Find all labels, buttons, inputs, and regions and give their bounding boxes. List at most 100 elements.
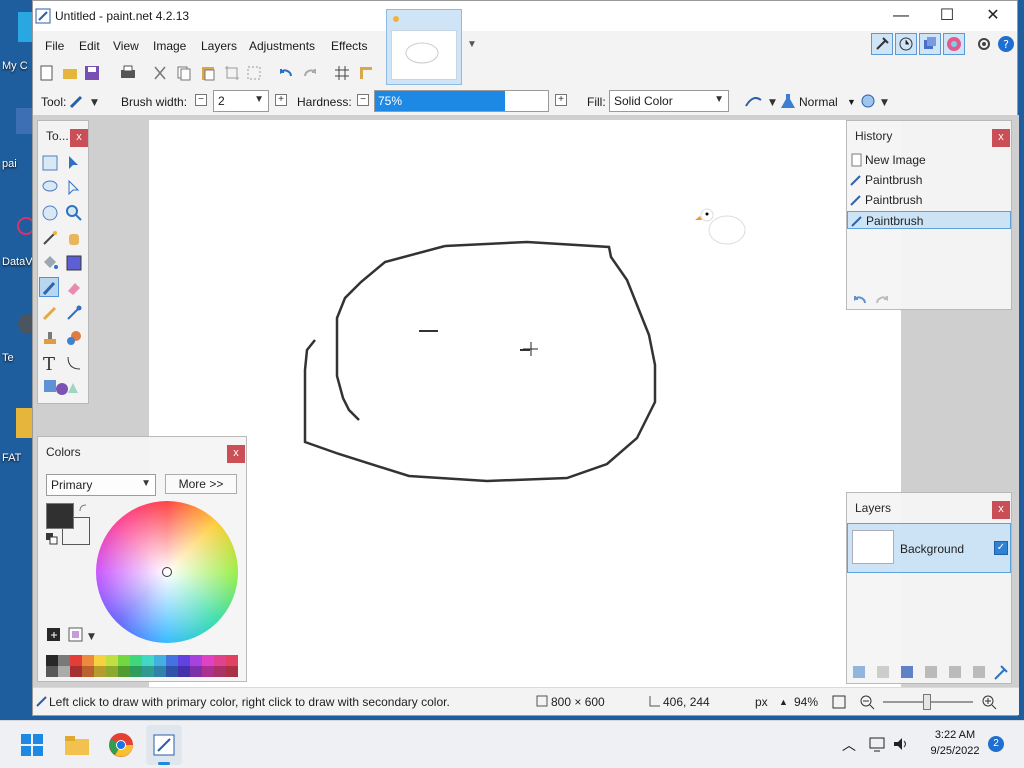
pencil-tool[interactable] (40, 303, 60, 323)
menu-file[interactable]: File (45, 39, 64, 53)
redo-icon[interactable] (301, 64, 319, 82)
recolor-tool[interactable] (64, 328, 84, 348)
volume-icon[interactable] (892, 735, 910, 753)
chevron-up-icon[interactable]: ▲ (779, 697, 788, 707)
desktop-icon-folder[interactable] (0, 402, 34, 442)
crop-icon[interactable] (223, 64, 241, 82)
add-palette-color-icon[interactable] (46, 627, 62, 643)
layer-row-background[interactable]: Background ✓ (847, 523, 1011, 573)
title-bar[interactable]: Untitled - paint.net 4.2.13 — ☐ ✕ (33, 1, 1017, 31)
color-mode-select[interactable]: Primary ▼ (46, 474, 156, 496)
copy-icon[interactable] (175, 64, 193, 82)
units-select[interactable]: px (755, 695, 768, 709)
tools-window-toggle[interactable] (871, 33, 893, 55)
canvas[interactable] (149, 120, 901, 687)
reset-colors-icon[interactable] (46, 533, 58, 545)
open-folder-icon[interactable] (61, 64, 79, 82)
history-item-new-image[interactable]: New Image (847, 151, 1011, 169)
ruler-icon[interactable] (357, 64, 375, 82)
zoom-tool[interactable] (64, 203, 84, 223)
chrome-icon[interactable] (108, 732, 134, 758)
history-item-paintbrush[interactable]: Paintbrush (847, 171, 1011, 189)
paste-icon[interactable] (199, 64, 217, 82)
desktop-icon-my-computer[interactable] (0, 8, 34, 48)
fill-select[interactable]: Solid Color ▼ (609, 90, 729, 112)
maximize-button[interactable]: ☐ (927, 5, 967, 27)
undo-icon[interactable] (851, 291, 869, 307)
color-wheel-cursor[interactable] (162, 567, 172, 577)
tools-panel-close[interactable]: x (70, 129, 88, 147)
history-item-paintbrush[interactable]: Paintbrush (847, 191, 1011, 209)
menu-layers[interactable]: Layers (201, 39, 237, 53)
text-tool[interactable]: T (40, 353, 60, 375)
hardness-increase[interactable]: + (555, 94, 567, 106)
color-picker-tool[interactable] (64, 303, 84, 323)
blend-mode[interactable]: Normal (799, 95, 838, 109)
desktop-icon-te[interactable] (0, 304, 38, 344)
clock-time[interactable]: 3:22 AM (920, 729, 990, 741)
chevron-up-icon[interactable]: ︿ (842, 735, 856, 755)
redo-icon[interactable] (873, 291, 891, 307)
colors-window-toggle[interactable] (943, 33, 965, 55)
cut-icon[interactable] (151, 64, 169, 82)
new-file-icon[interactable] (38, 64, 56, 82)
hardness-decrease[interactable]: − (357, 94, 369, 106)
menu-view[interactable]: View (113, 39, 139, 53)
zoom-in-icon[interactable] (981, 694, 997, 710)
brush-width-select[interactable]: 2 ▼ (213, 90, 269, 112)
deselect-icon[interactable] (245, 64, 263, 82)
primary-color-swatch[interactable] (46, 503, 74, 529)
zoom-fit-icon[interactable] (831, 694, 847, 710)
brush-width-increase[interactable]: + (275, 94, 287, 106)
help-icon[interactable]: ? (997, 35, 1015, 53)
selection-clipping-icon[interactable]: ▼ (859, 92, 889, 110)
windows-start-icon[interactable] (20, 733, 44, 757)
file-explorer-icon[interactable] (64, 733, 90, 757)
lasso-select-tool[interactable] (40, 178, 60, 198)
layers-panel-close[interactable]: x (992, 501, 1010, 519)
clone-stamp-tool[interactable] (40, 328, 60, 348)
print-icon[interactable] (119, 64, 137, 82)
desktop-icon-datav[interactable] (0, 206, 35, 246)
line-curve-tool[interactable] (64, 353, 84, 373)
swap-colors-icon[interactable] (78, 503, 88, 513)
menu-adjustments[interactable]: Adjustments (249, 39, 315, 53)
shapes-tool[interactable] (42, 377, 82, 397)
antialiasing-icon[interactable]: ▼ (743, 92, 777, 110)
more-colors-button[interactable]: More >> (165, 474, 237, 494)
desktop-icon-paint[interactable] (0, 104, 34, 144)
chevron-down-icon[interactable]: ▼ (847, 97, 856, 107)
grid-icon[interactable] (333, 64, 351, 82)
palette-menu-icon[interactable]: ▼ (68, 627, 96, 643)
paintbrush-tool[interactable] (39, 277, 59, 297)
history-item-paintbrush-selected[interactable]: Paintbrush (847, 211, 1011, 229)
magic-wand-tool[interactable] (40, 228, 60, 248)
eraser-tool[interactable] (64, 278, 84, 298)
ellipse-select-tool[interactable] (40, 203, 60, 223)
menu-edit[interactable]: Edit (79, 39, 100, 53)
close-button[interactable]: ✕ (973, 5, 1013, 27)
zoom-level[interactable]: 94% (794, 695, 818, 709)
minimize-button[interactable]: — (881, 5, 921, 27)
history-window-toggle[interactable] (895, 33, 917, 55)
zoom-out-icon[interactable] (859, 694, 875, 710)
notification-badge[interactable]: 2 (988, 736, 1004, 752)
chevron-down-icon[interactable]: ▼ (467, 39, 477, 50)
zoom-slider-thumb[interactable] (923, 694, 931, 710)
gear-icon[interactable] (975, 35, 993, 53)
paint-bucket-tool[interactable] (40, 253, 60, 273)
history-panel-close[interactable]: x (992, 129, 1010, 147)
network-icon[interactable] (868, 735, 886, 753)
paintnet-taskbar-button[interactable] (146, 725, 182, 765)
paintbrush-tool-icon[interactable]: ▼ (69, 93, 99, 109)
hardness-slider[interactable]: 75% (374, 90, 549, 112)
clock-date[interactable]: 9/25/2022 (920, 745, 990, 757)
gradient-tool[interactable] (64, 253, 84, 273)
undo-icon[interactable] (277, 64, 295, 82)
brush-width-decrease[interactable]: − (195, 94, 207, 106)
color-palette[interactable] (46, 655, 238, 677)
rectangle-select-tool[interactable] (40, 153, 60, 173)
move-selected-tool[interactable] (64, 153, 84, 173)
layers-window-toggle[interactable] (919, 33, 941, 55)
colors-panel-close[interactable]: x (227, 445, 245, 463)
